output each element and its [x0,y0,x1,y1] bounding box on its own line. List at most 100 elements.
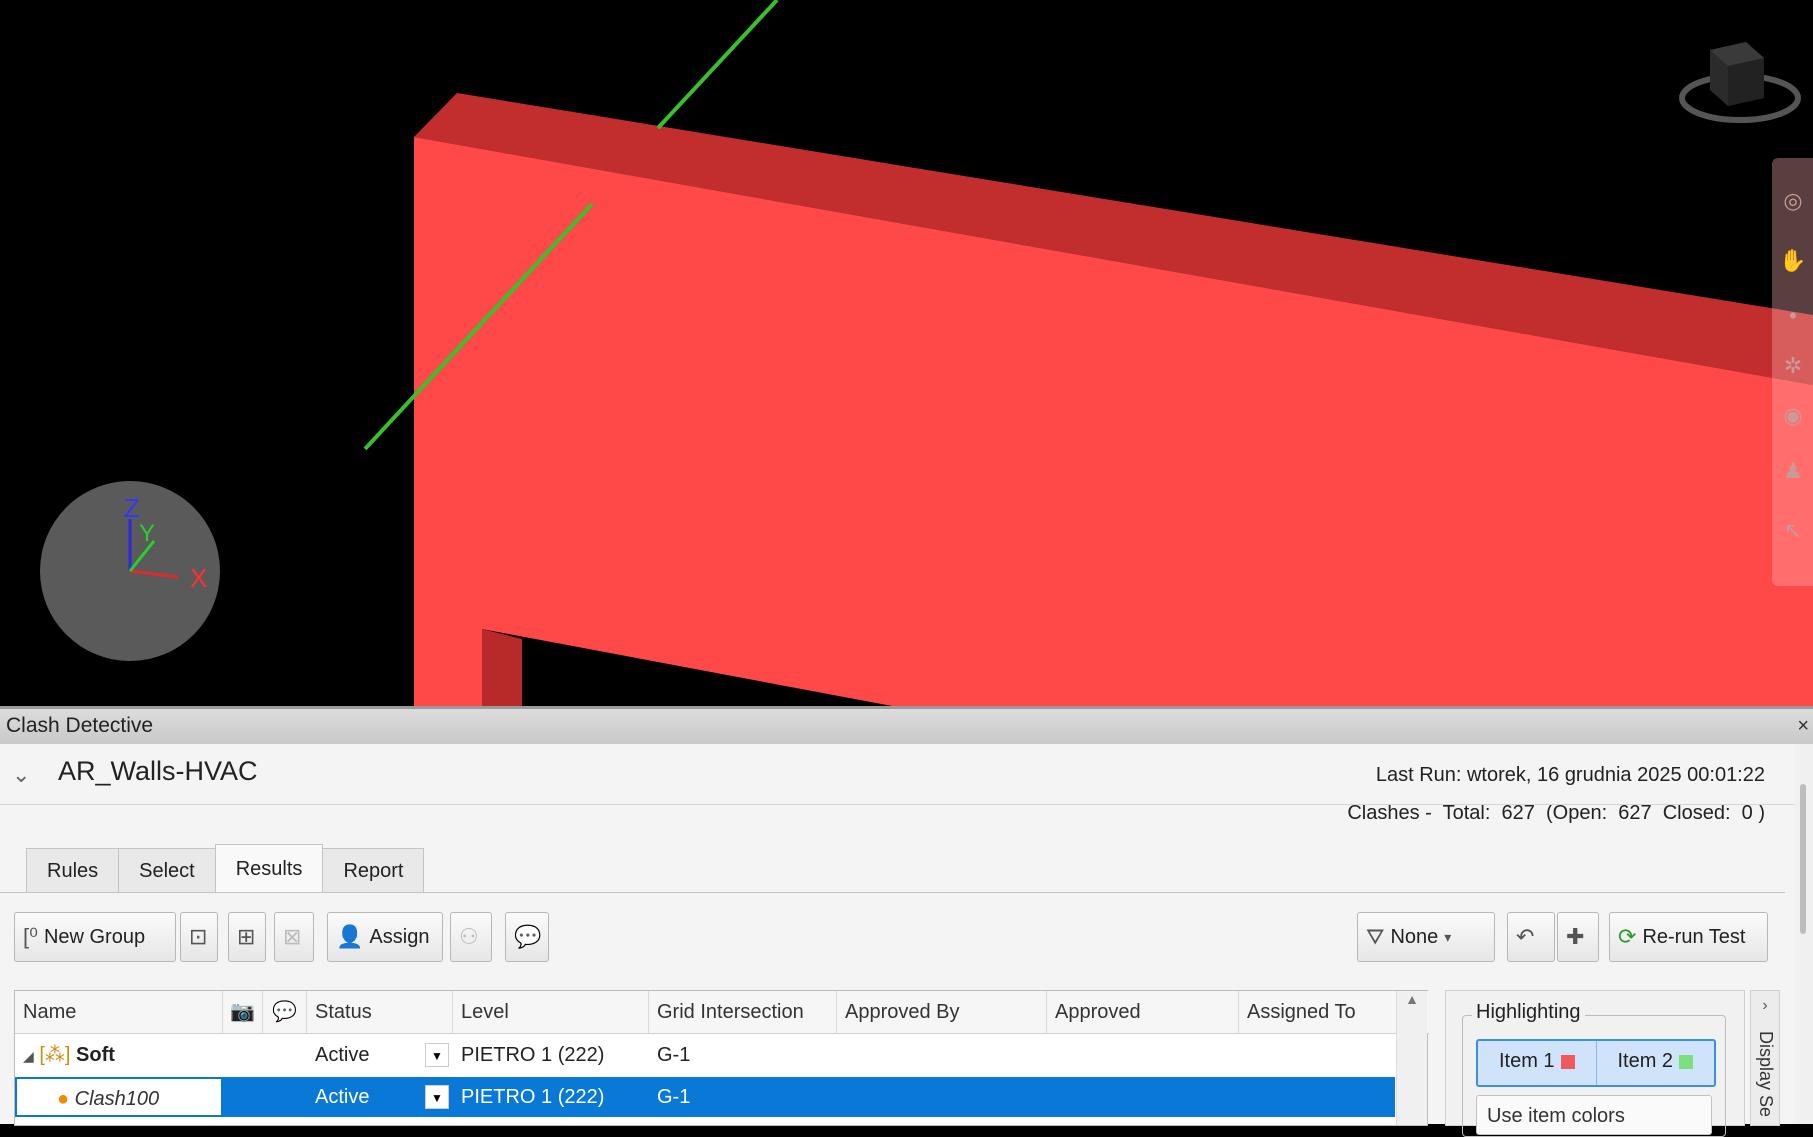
highlighting-title: Highlighting [1472,1001,1585,1024]
walk-icon[interactable]: ♟ [1780,458,1806,484]
display-settings-tab[interactable]: › Display Se [1750,990,1780,1126]
axis-gizmo: Z Y X [40,481,220,661]
panel-title: Clash Detective [6,714,154,737]
assign-label: Assign [369,926,430,948]
item2-toggle[interactable]: Item 2 [1597,1041,1715,1085]
panel-scrollbar[interactable] [1795,744,1813,1124]
explode-group-icon: ⊠ [283,924,302,949]
compact-icon: ✚ [1566,924,1585,949]
row-grid-intersection: G-1 [657,1086,691,1108]
row-name: Clash100 [74,1088,160,1110]
steering-wheel-icon[interactable]: ◎ [1780,188,1806,214]
item2-color-swatch [1679,1054,1694,1069]
results-toolbar: [⁰ New Group ⊡ ⊞ ⊠ 👤 Assign ⚇ 💬 ⛛ None ▾… [0,912,1795,968]
grid-header: Name 📷 💬 Status Level Grid Intersection … [15,991,1429,1034]
group-icon: ⊡ [189,924,208,949]
duct-line-upper[interactable] [656,0,779,130]
rerun-label: Re-run Test [1642,926,1746,948]
group-select-button[interactable]: ⊡ [180,912,218,962]
tab-rules[interactable]: Rules [26,848,120,893]
reset-button[interactable]: ↶ [1507,912,1555,962]
status-dropdown-arrow[interactable]: ▼ [425,1043,449,1067]
column-header-name[interactable]: Name [15,991,223,1033]
item1-toggle[interactable]: Item 1 [1478,1041,1597,1085]
new-group-icon: [⁰ [23,924,38,949]
scroll-up-icon[interactable]: ▲ [1397,991,1427,1007]
tab-strip: Rules Select Results Report [26,844,425,893]
chevron-down-icon[interactable]: ⌄ [12,762,30,788]
divider [0,804,1795,805]
column-header-approved[interactable]: Approved [1047,991,1239,1033]
item2-label: Item 2 [1617,1050,1674,1072]
look-around-icon[interactable]: ◉ [1780,403,1806,429]
row-grid-intersection: G-1 [657,1044,691,1066]
column-header-approved-by[interactable]: Approved By [837,991,1047,1033]
3d-viewport[interactable]: ◎ ✋ • ✲ ◉ ♟ ↖ Z Y X [0,0,1813,706]
comment-icon[interactable]: 💬 [263,991,307,1033]
new-group-button[interactable]: [⁰ New Group [14,912,176,962]
last-run-text: Last Run: wtorek, 16 grudnia 2025 00:01:… [1375,764,1765,786]
camera-icon[interactable]: 📷 [223,991,263,1033]
test-header: ⌄ AR_Walls-HVAC Last Run: wtorek, 16 gru… [0,744,1795,824]
tab-select[interactable]: Select [118,848,216,893]
chevron-right-icon[interactable]: › [1751,997,1779,1015]
explode-group-button[interactable]: ⊠ [274,912,314,962]
column-header-level[interactable]: Level [453,991,649,1033]
tab-divider [0,892,1785,893]
clash-group-icon: [⁂] [39,1044,71,1066]
pan-hand-icon[interactable]: ✋ [1779,248,1806,274]
filter-dropdown[interactable]: ⛛ None ▾ [1357,912,1495,962]
row-level: PIETRO 1 (222) [461,1044,605,1066]
clash-status-dot-icon: ● [57,1088,70,1110]
item1-label: Item 1 [1498,1050,1555,1072]
model-scene[interactable] [0,0,1813,706]
scrollbar-thumb[interactable] [1800,784,1806,934]
zoom-dot-icon[interactable]: • [1780,303,1806,329]
clash-detective-panel: Clash Detective × ⌄ AR_Walls-HVAC Last R… [0,706,1813,1137]
ungroup-button[interactable]: ⊞ [228,912,266,962]
tab-report[interactable]: Report [322,848,425,893]
display-settings-label: Display Se [1756,1031,1776,1118]
add-comment-button[interactable]: 💬 [505,912,549,962]
row-status: Active [315,1044,370,1066]
rerun-test-button[interactable]: ⟳ Re-run Test [1609,912,1768,962]
table-row-selected[interactable]: ● Clash100 Active ▼ PIETRO 1 (222) G-1 [15,1077,1395,1117]
grid-scrollbar[interactable]: ▲ [1396,991,1427,1125]
row-name-cell: ◢ [⁂] Soft [15,1035,307,1075]
viewcube-icon[interactable] [1668,20,1813,130]
assign-button[interactable]: 👤 Assign [327,912,443,962]
column-header-assigned-to[interactable]: Assigned To [1239,991,1399,1033]
axis-x-label: X [190,563,207,593]
row-name-cell[interactable]: ● Clash100 [15,1077,223,1117]
panel-titlebar[interactable]: Clash Detective × [0,706,1813,744]
wall-opening-reveal [482,629,522,706]
tab-results[interactable]: Results [214,844,324,893]
highlight-mode-select[interactable]: Use item colors [1476,1095,1712,1135]
new-group-label: New Group [43,926,146,948]
expand-triangle-icon[interactable]: ◢ [23,1048,34,1064]
table-row[interactable]: ◢ [⁂] Soft Active ▼ PIETRO 1 (222) G-1 [15,1035,1395,1075]
undo-icon: ↶ [1516,924,1535,949]
clash-summary-text: Clashes - Total: 627 (Open: 627 Closed: … [1347,802,1765,824]
column-header-grid-intersection[interactable]: Grid Intersection [649,991,837,1033]
select-pointer-icon[interactable]: ↖ [1780,518,1806,544]
test-name[interactable]: AR_Walls-HVAC [58,756,258,787]
close-icon[interactable]: × [1797,709,1809,743]
column-header-status[interactable]: Status [307,991,453,1033]
row-level: PIETRO 1 (222) [461,1086,605,1108]
compact-button[interactable]: ✚ [1557,912,1599,962]
refresh-icon: ⟳ [1618,924,1637,949]
orbit-icon[interactable]: ✲ [1780,353,1806,379]
status-dropdown-arrow[interactable]: ▼ [425,1085,449,1109]
unassign-button[interactable]: ⚇ [450,912,492,962]
filter-label: None [1390,926,1439,948]
row-name: Soft [76,1044,115,1066]
highlight-item-toggle: Item 1 Item 2 [1476,1039,1716,1087]
comment-add-icon: 💬 [514,924,542,949]
highlighting-panel: Highlighting Item 1 Item 2 Use item colo… [1445,990,1745,1137]
results-grid[interactable]: Name 📷 💬 Status Level Grid Intersection … [14,990,1429,1126]
axis-z-label: Z [124,493,140,523]
navigation-bar: ◎ ✋ • ✲ ◉ ♟ ↖ [1772,158,1813,586]
ungroup-icon: ⊞ [237,924,256,949]
row-status: Active [315,1086,370,1108]
